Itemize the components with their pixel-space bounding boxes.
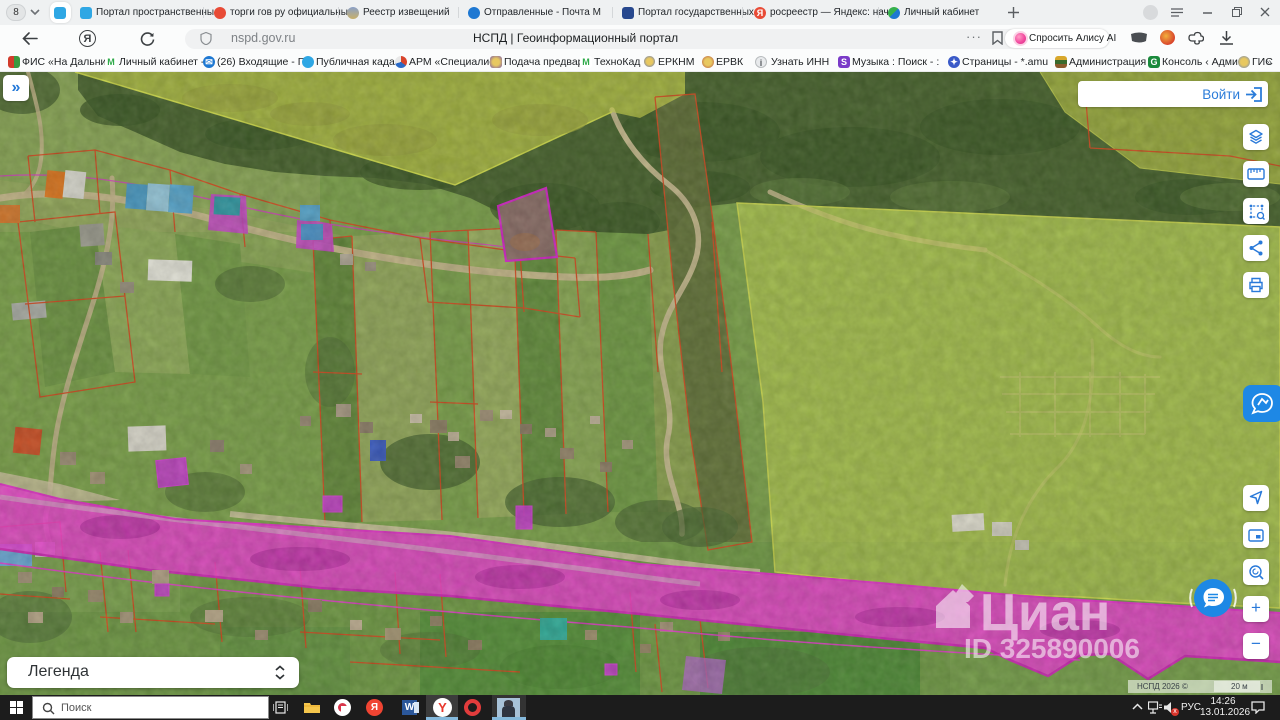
svg-text:20 м: 20 м xyxy=(1231,682,1248,691)
svg-text:ID 325890006: ID 325890006 xyxy=(964,633,1140,664)
svg-text:НСПД 2026 ©: НСПД 2026 © xyxy=(1137,682,1188,691)
